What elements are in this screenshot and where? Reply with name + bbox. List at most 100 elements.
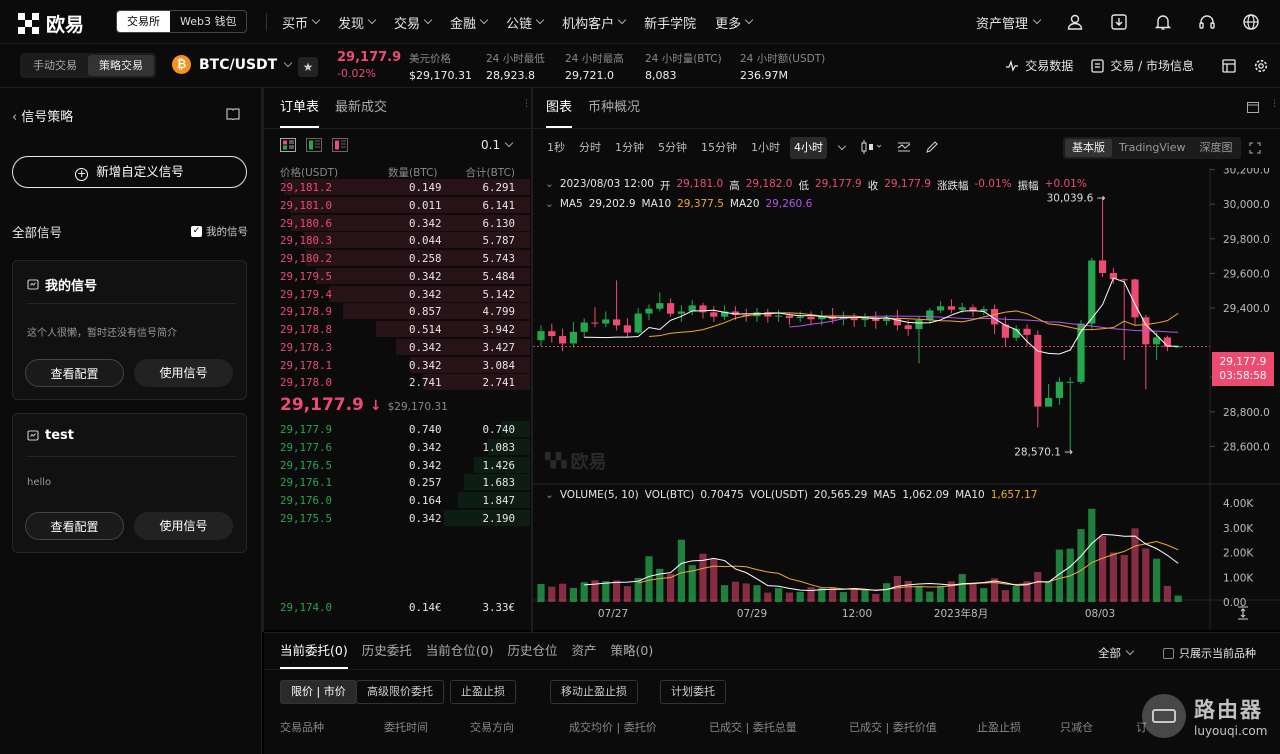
okx-logo[interactable]: 欧易: [18, 10, 84, 37]
list-item[interactable]: 29,178.9 0.857 4.799: [280, 302, 530, 320]
layout-icon[interactable]: [1222, 58, 1236, 73]
axis-fit-icon[interactable]: [1237, 606, 1249, 620]
orders-tab[interactable]: 历史仓位: [507, 633, 557, 669]
book-both-icon[interactable]: [280, 138, 296, 152]
collapse-icon[interactable]: ⌄: [545, 198, 554, 210]
list-item[interactable]: 29,177.9 0.740 0.740: [280, 420, 530, 438]
add-custom-signal-button[interactable]: + 新增自定义信号: [12, 156, 247, 188]
download-icon[interactable]: [1110, 13, 1128, 31]
nav-item[interactable]: 买币: [282, 13, 321, 32]
bell-icon[interactable]: [1154, 13, 1172, 31]
list-item[interactable]: 29,181.0 0.011 6.141: [280, 196, 530, 214]
filter-select[interactable]: 全部: [1098, 645, 1135, 661]
candlestick-chart[interactable]: 30,200.0 30,000.0 29,800.0 29,600.0 29,400.0…: [533, 168, 1280, 630]
volume-bar: [1066, 548, 1074, 602]
trade-data-link[interactable]: 交易数据: [1005, 57, 1073, 74]
window-icon[interactable]: [1247, 102, 1259, 113]
tab-coin-overview[interactable]: 币种概况: [588, 88, 640, 128]
view-config-button[interactable]: 查看配置: [25, 512, 124, 540]
drag-handle-icon[interactable]: ⋮: [1270, 100, 1279, 109]
order-type-chip[interactable]: 高级限价委托: [356, 680, 444, 704]
order-type-chip[interactable]: 移动止盈止损: [550, 680, 638, 704]
interval-2[interactable]: 1分钟: [611, 137, 648, 159]
orders-tab[interactable]: 资产: [571, 633, 596, 669]
pair-selector[interactable]: ₿ BTC/USDT: [172, 55, 293, 74]
list-item[interactable]: 29,178.0 2.741 2.741: [280, 373, 530, 391]
nav-item[interactable]: 金融: [450, 13, 489, 32]
use-signal-button[interactable]: 使用信号: [134, 359, 233, 387]
chevron-down-icon[interactable]: [837, 141, 847, 151]
book-bids-icon[interactable]: [306, 138, 322, 152]
view-basic[interactable]: 基本版: [1065, 139, 1112, 157]
view-depth[interactable]: 深度图: [1192, 139, 1239, 157]
list-item[interactable]: 29,178.1 0.342 3.084: [280, 356, 530, 374]
list-item[interactable]: 29,178.3 0.342 3.427: [280, 338, 530, 356]
favorite-star-icon[interactable]: ★: [298, 57, 318, 77]
list-item[interactable]: 29,180.6 0.342 6.130: [280, 214, 530, 232]
indicator-icon[interactable]: [897, 140, 911, 154]
tab-web3-wallet[interactable]: Web3 钱包: [170, 11, 246, 32]
tab-order-book[interactable]: 订单表: [280, 88, 320, 128]
order-type-chip[interactable]: 计划委托: [660, 680, 726, 704]
only-current-pair-checkbox[interactable]: 只展示当前品种: [1163, 645, 1256, 661]
headset-icon[interactable]: [1198, 13, 1216, 31]
list-item[interactable]: 29,174.0 0.14€ 3.33€: [280, 598, 515, 616]
volume-bar: [645, 556, 653, 602]
list-item[interactable]: 29,176.5 0.342 1.426: [280, 456, 530, 474]
settings-icon[interactable]: [1254, 59, 1268, 73]
list-item[interactable]: 29,175.5 0.342 2.190: [280, 509, 530, 527]
list-item[interactable]: 29,176.1 0.257 1.683: [280, 473, 530, 491]
signal-panel-header[interactable]: ‹ 信号策略: [12, 106, 73, 125]
list-item[interactable]: 29,179.5 0.342 5.484: [280, 267, 530, 285]
view-tradingview[interactable]: TradingView: [1112, 139, 1192, 157]
book-icon[interactable]: [226, 108, 240, 120]
interval-6[interactable]: 4小时: [790, 137, 827, 159]
orders-tab[interactable]: 当前仓位(0): [426, 633, 494, 669]
tab-strategy-trade[interactable]: 策略交易: [88, 55, 154, 76]
asset-management-menu[interactable]: 资产管理: [976, 13, 1042, 32]
list-item[interactable]: 29,176.0 0.164 1.847: [280, 491, 530, 509]
tab-latest-trades[interactable]: 最新成交: [335, 88, 387, 128]
user-icon[interactable]: [1066, 13, 1084, 31]
list-item[interactable]: 29,177.6 0.342 1.083: [280, 438, 530, 456]
list-item[interactable]: 29,180.3 0.044 5.787: [280, 231, 530, 249]
orders-tab[interactable]: 当前委托(0): [280, 633, 348, 669]
interval-0[interactable]: 1秒: [543, 137, 569, 159]
tab-exchange[interactable]: 交易所: [117, 11, 170, 32]
list-item[interactable]: 29,179.4 0.342 5.142: [280, 285, 530, 303]
drag-handle-icon[interactable]: ⋮: [522, 100, 531, 109]
nav-item[interactable]: 交易: [394, 13, 433, 32]
order-type-chip[interactable]: 止盈止损: [450, 680, 516, 704]
interval-1[interactable]: 分时: [575, 137, 605, 159]
pencil-icon[interactable]: [925, 140, 939, 154]
collapse-icon[interactable]: ⌄: [545, 178, 554, 193]
interval-4[interactable]: 15分钟: [697, 137, 741, 159]
order-type-chip[interactable]: 限价 | 市价: [280, 680, 357, 704]
list-item[interactable]: 29,180.2 0.258 5.743: [280, 249, 530, 267]
fullscreen-icon[interactable]: [1249, 142, 1261, 154]
collapse-icon[interactable]: ⌄: [545, 489, 554, 501]
nav-item[interactable]: 机构客户: [562, 13, 627, 32]
market-info-link[interactable]: 交易 / 市场信息: [1091, 57, 1194, 74]
candle-type-icon[interactable]: [861, 140, 883, 154]
interval-3[interactable]: 5分钟: [654, 137, 691, 159]
tab-manual-trade[interactable]: 手动交易: [22, 55, 88, 76]
nav-item[interactable]: 更多: [715, 13, 754, 32]
use-signal-button[interactable]: 使用信号: [134, 512, 233, 540]
orders-tab[interactable]: 历史委托: [362, 633, 412, 669]
list-item[interactable]: 29,181.2 0.149 6.291: [280, 178, 530, 196]
interval-5[interactable]: 1小时: [747, 137, 784, 159]
globe-icon[interactable]: [1242, 13, 1260, 31]
nav-item[interactable]: 新手学院: [644, 13, 696, 32]
orders-tab[interactable]: 策略(0): [610, 633, 653, 669]
volume-bar: [1088, 508, 1096, 602]
y-tick-label: 30,200.0: [1223, 168, 1270, 177]
view-config-button[interactable]: 查看配置: [25, 359, 124, 387]
book-asks-icon[interactable]: [332, 138, 348, 152]
precision-select[interactable]: 0.1: [481, 138, 514, 152]
nav-item[interactable]: 公链: [506, 13, 545, 32]
my-signals-checkbox[interactable]: ✓ 我的信号: [191, 224, 248, 239]
nav-item[interactable]: 发现: [338, 13, 377, 32]
list-item[interactable]: 29,178.8 0.514 3.942: [280, 320, 530, 338]
tab-chart[interactable]: 图表: [546, 88, 573, 128]
